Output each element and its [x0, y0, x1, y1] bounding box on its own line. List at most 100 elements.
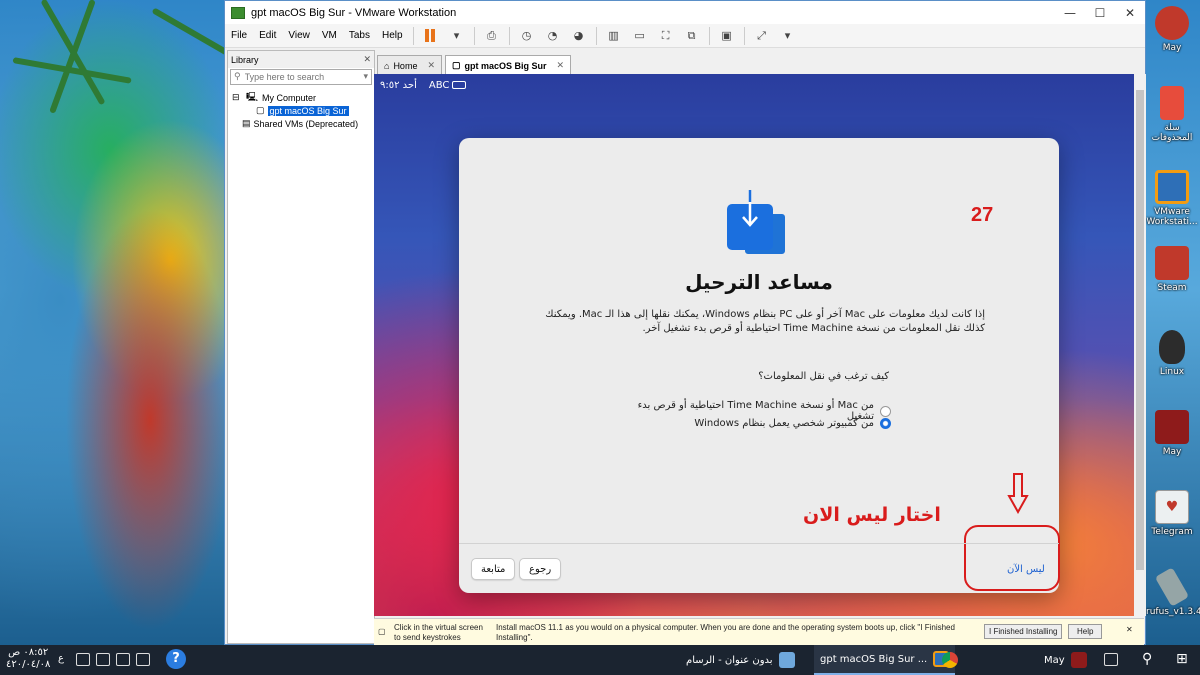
chevron-down-icon[interactable]: ▾: [363, 72, 368, 82]
close-tab-icon[interactable]: ✕: [427, 60, 435, 71]
taskbar-item-label: بدون عنوان - الرسام: [686, 654, 773, 666]
search-icon[interactable]: ⚲: [1142, 651, 1152, 667]
game-icon: [1155, 410, 1189, 444]
toolbar-separator: [708, 26, 710, 45]
language-indicator[interactable]: ع: [58, 653, 64, 664]
desktop-icon-label: May: [1162, 447, 1182, 457]
desktop-icon-recycle-bin[interactable]: سلة المحذوفات: [1146, 86, 1198, 143]
radio-from-windows[interactable]: [880, 418, 891, 429]
start-icon[interactable]: ⊞: [1176, 651, 1188, 667]
task-view-icon[interactable]: [1104, 653, 1118, 666]
desktop-icon-label: Linux: [1159, 367, 1185, 377]
desktop-icon-vmware[interactable]: VMware Workstati...: [1146, 170, 1198, 227]
tree-label: My Computer: [262, 92, 317, 103]
taskbar-item-vmware[interactable]: gpt macOS Big Sur ...: [814, 645, 956, 675]
network-icon[interactable]: [116, 653, 130, 666]
close-hint-icon[interactable]: ✕: [1126, 625, 1133, 634]
hint-icon: ▢: [378, 627, 386, 636]
migration-icon: [727, 188, 789, 258]
full-screen-icon[interactable]: ⛶: [655, 27, 677, 45]
menu-tabs[interactable]: Tabs: [343, 30, 376, 41]
annotation-arrow-icon: [1007, 473, 1029, 514]
menu-bar: File Edit View VM Tabs Help ▾ ⎙ ◷ ◔ ◕ ▥ …: [225, 24, 1145, 48]
console-icon[interactable]: ▣: [716, 27, 738, 45]
desktop-icon-may-2[interactable]: May: [1146, 410, 1198, 457]
volume-icon[interactable]: [96, 653, 110, 666]
vm-scrollbar[interactable]: [1134, 74, 1146, 616]
desktop-icon-steam[interactable]: Steam: [1146, 246, 1198, 293]
stretch-icon[interactable]: ⤢: [751, 27, 773, 45]
maximize-button[interactable]: ☐: [1085, 6, 1115, 20]
desktop-icon-telegram[interactable]: ♥ Telegram: [1146, 490, 1198, 537]
library-view-icon[interactable]: ▥: [603, 27, 625, 45]
library-title: Library: [231, 54, 259, 65]
menu-vm[interactable]: VM: [316, 30, 343, 41]
vm-screen[interactable]: أحد ٩:٥٢ ABC 27 مساعد الترحيل إذا كانت ل…: [374, 74, 1134, 616]
chrome-icon[interactable]: [942, 652, 958, 668]
library-header: Library ✕: [228, 51, 374, 68]
collapse-icon[interactable]: ⊟: [232, 92, 242, 103]
cards-icon: ♥: [1155, 490, 1189, 524]
input-source[interactable]: ABC: [429, 80, 467, 91]
desktop-icon-label: May: [1162, 43, 1182, 53]
taskbar-clock[interactable]: ٠٨:٥٢ ص ٤٢٠/٠٤/٠٨: [6, 647, 50, 671]
close-button[interactable]: ✕: [1115, 6, 1145, 20]
power-dropdown-icon[interactable]: ▾: [446, 27, 468, 45]
radio-from-mac[interactable]: [880, 405, 891, 417]
menu-view[interactable]: View: [282, 30, 316, 41]
library-search-input[interactable]: [244, 72, 345, 82]
input-source-label: ABC: [428, 79, 450, 91]
angry-bird-icon: [1155, 6, 1189, 40]
help-icon[interactable]: ?: [166, 649, 186, 669]
stretch-dropdown-icon[interactable]: ▾: [777, 27, 799, 45]
click-hint: Click in the virtual screen to send keys…: [394, 623, 483, 642]
snapshot-icon[interactable]: ◷: [516, 27, 538, 45]
steam-icon: [1155, 246, 1189, 280]
close-library-icon[interactable]: ✕: [363, 54, 371, 65]
clock-time: ٠٨:٥٢ ص: [8, 647, 49, 658]
tree-item-my-computer[interactable]: ⊟ 🖳 My Computer: [232, 91, 374, 104]
revert-snapshot-icon[interactable]: ◔: [542, 27, 564, 45]
usb-drive-icon: [1154, 567, 1190, 607]
back-button[interactable]: رجوع: [519, 558, 562, 580]
tab-home[interactable]: ⌂ Home ✕: [377, 55, 442, 75]
not-now-button[interactable]: ليس الآن: [1007, 564, 1045, 575]
send-ctrl-alt-del-icon[interactable]: ⎙: [481, 27, 503, 45]
tab-vm[interactable]: ▢ gpt macOS Big Sur ✕: [445, 55, 572, 75]
linux-penguin-icon: [1159, 330, 1185, 364]
desktop-icon-label: Telegram: [1151, 527, 1193, 537]
menu-help[interactable]: Help: [376, 30, 409, 41]
desktop-icon-rufus[interactable]: rufus_v1.3.4: [1146, 567, 1200, 617]
battery-icon[interactable]: [136, 653, 150, 666]
window-controls: — ☐ ✕: [1055, 6, 1145, 20]
macos-clock: أحد ٩:٥٢: [380, 79, 417, 91]
notification-icon[interactable]: [76, 653, 90, 666]
continue-button[interactable]: متابعة: [471, 558, 516, 580]
help-button[interactable]: Help: [1068, 624, 1103, 639]
minimize-button[interactable]: —: [1055, 6, 1085, 20]
menu-file[interactable]: File: [225, 30, 253, 41]
finished-installing-button[interactable]: I Finished Installing: [984, 624, 1063, 639]
tree-item-shared-vms[interactable]: ▤ Shared VMs (Deprecated): [232, 117, 374, 130]
desktop-icon-linux[interactable]: Linux: [1146, 330, 1198, 377]
unity-icon[interactable]: ⧉: [681, 27, 703, 45]
install-hint: Install macOS 11.1 as you would on a phy…: [496, 623, 955, 642]
desktop-icon-label: سلة المحذوفات: [1151, 123, 1193, 143]
menu-edit[interactable]: Edit: [253, 30, 282, 41]
thumbnail-bar-icon[interactable]: ▭: [629, 27, 651, 45]
pause-icon: [424, 29, 437, 42]
recycle-bin-icon: [1160, 86, 1184, 120]
clock-date: ٤٢٠/٠٤/٠٨: [6, 659, 51, 670]
window-title: gpt macOS Big Sur - VMware Workstation: [251, 6, 457, 19]
taskbar-item-paint[interactable]: بدون عنوان - الرسام: [680, 645, 801, 675]
tree-item-vm[interactable]: ▢ gpt macOS Big Sur: [232, 104, 374, 117]
snapshot-manager-icon[interactable]: ◕: [568, 27, 590, 45]
pause-button[interactable]: [420, 27, 442, 45]
desktop-icon-label: VMware Workstati...: [1146, 207, 1198, 227]
option-from-windows[interactable]: من كمبيوتر شخصي يعمل بنظام Windows: [609, 418, 891, 429]
desktop-icon-may[interactable]: May: [1146, 6, 1198, 53]
taskbar-item-user[interactable]: May: [1038, 645, 1093, 675]
scrollbar-thumb[interactable]: [1136, 90, 1144, 570]
close-tab-icon[interactable]: ✕: [557, 60, 565, 71]
tab-bar: ⌂ Home ✕ ▢ gpt macOS Big Sur ✕: [377, 55, 574, 75]
